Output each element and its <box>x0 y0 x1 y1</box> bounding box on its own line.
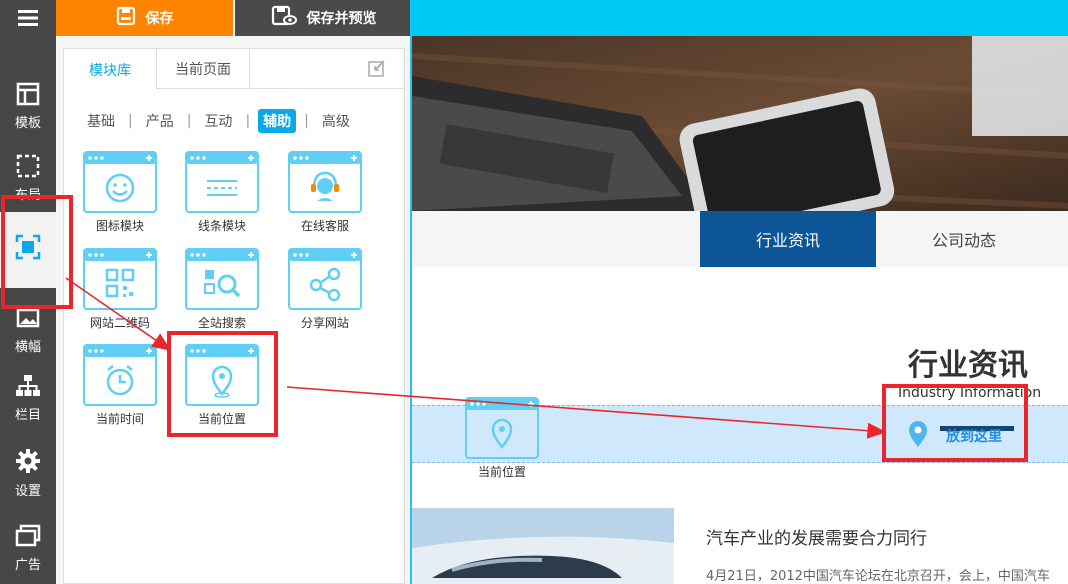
module-label: 网站二维码 <box>89 316 150 330</box>
rail-item-label: 广告 <box>14 557 41 573</box>
top-toolbar: 保存 保存并预览 <box>56 0 412 36</box>
module-icon-block[interactable]: 图标模块 <box>80 151 160 237</box>
ad-icon <box>15 524 41 552</box>
drop-location-pin-icon <box>908 420 928 452</box>
save-button[interactable]: 保存 <box>56 0 233 36</box>
module-site-qrcode[interactable]: 网站二维码 <box>80 248 160 334</box>
module-current-location[interactable]: 当前位置 <box>182 344 262 430</box>
module-share-site[interactable]: 分享网站 <box>285 248 365 334</box>
module-online-service[interactable]: 在线客服 <box>285 151 365 237</box>
module-site-search[interactable]: 全站搜索 <box>182 248 262 334</box>
clock-icon <box>83 344 157 406</box>
category-product[interactable]: 产品 <box>141 109 179 133</box>
module-panel: 模块库 当前页面 基础 | 产品 | 互动 | 辅助 | 高级 图标模块 线条模… <box>56 36 412 584</box>
nav-item-industry-news[interactable]: 行业资讯 <box>700 211 876 267</box>
news-thumbnail <box>412 508 674 584</box>
module-label: 全站搜索 <box>197 316 246 330</box>
module-line-block[interactable]: 线条模块 <box>182 151 262 237</box>
drop-here-label: 放到这里 <box>946 429 1002 445</box>
category-interactive[interactable]: 互动 <box>199 109 237 133</box>
save-label: 保存 <box>145 11 174 27</box>
sitemap-icon <box>15 374 41 402</box>
page-canvas: 行业资讯 公司动态 行业资讯 Industry Information 当前位置… <box>410 0 1068 584</box>
module-label: 在线客服 <box>300 219 349 233</box>
rail-item-label: 栏目 <box>14 407 41 423</box>
qrcode-icon <box>83 248 157 310</box>
category-advanced[interactable]: 高级 <box>317 109 355 133</box>
share-icon <box>288 248 362 310</box>
rail-item-label: 模板 <box>14 115 41 131</box>
rail-item-banner[interactable]: 横幅 <box>0 295 56 367</box>
save-preview-label: 保存并预览 <box>306 11 377 27</box>
rail-item-settings[interactable]: 设置 <box>0 437 56 509</box>
rail-item-label: 设置 <box>14 483 41 499</box>
banner-icon <box>16 308 40 334</box>
location-pin-icon <box>185 344 259 406</box>
tab-current-page[interactable]: 当前页面 <box>157 49 250 89</box>
module-label: 线条模块 <box>197 219 246 233</box>
category-filter: 基础 | 产品 | 互动 | 辅助 | 高级 <box>82 109 355 133</box>
module-current-time[interactable]: 当前时间 <box>80 344 160 430</box>
module-panel-inner: 模块库 当前页面 基础 | 产品 | 互动 | 辅助 | 高级 图标模块 线条模… <box>63 48 405 584</box>
layout-icon <box>16 154 40 182</box>
module-icon <box>15 234 41 264</box>
edit-icon[interactable] <box>368 59 386 81</box>
module-label: 图标模块 <box>95 219 144 233</box>
module-label: 当前位置 <box>197 412 246 426</box>
panel-tabs: 模块库 当前页面 <box>64 49 404 90</box>
category-basic[interactable]: 基础 <box>82 109 120 133</box>
search-icon <box>185 248 259 310</box>
hero-banner-image <box>412 36 1068 211</box>
section-title: 行业资讯 <box>908 348 1028 383</box>
section-subtitle: Industry Information <box>898 385 1042 401</box>
rail-item-layout[interactable]: 布局 <box>0 142 56 214</box>
news-title[interactable]: 汽车产业的发展需要合力同行 <box>706 524 927 549</box>
rail-item-label: 布局 <box>14 187 41 203</box>
dragged-module-ghost: 当前位置 <box>462 397 542 483</box>
save-and-preview-button[interactable]: 保存并预览 <box>233 0 412 36</box>
headset-icon <box>288 151 362 213</box>
module-label: 当前时间 <box>95 412 144 426</box>
menu-icon[interactable] <box>0 0 56 36</box>
dragged-module-label: 当前位置 <box>477 465 526 479</box>
nav-item-company-news[interactable]: 公司动态 <box>876 211 1052 267</box>
left-rail: 模板 布局 横幅 栏目 设置 广告 <box>0 0 56 584</box>
canvas-header-bar <box>412 0 1068 36</box>
location-pin-icon <box>465 397 539 459</box>
rail-item-modules[interactable] <box>0 212 56 288</box>
save-icon <box>116 6 136 30</box>
tab-module-library[interactable]: 模块库 <box>64 49 157 90</box>
lines-icon <box>185 151 259 213</box>
smiley-icon <box>83 151 157 213</box>
rail-item-template[interactable]: 模板 <box>0 70 56 142</box>
rail-item-label: 横幅 <box>14 339 41 355</box>
news-description: 4月21日，2012中国汽车论坛在北京召开，会上，中国汽车 <box>706 569 1050 584</box>
category-auxiliary[interactable]: 辅助 <box>258 109 297 133</box>
save-preview-icon <box>271 5 297 31</box>
template-icon <box>16 82 40 110</box>
gear-icon <box>15 448 41 478</box>
module-label: 分享网站 <box>300 316 349 330</box>
rail-item-ads[interactable]: 广告 <box>0 512 56 584</box>
rail-item-columns[interactable]: 栏目 <box>0 362 56 434</box>
section-nav: 行业资讯 公司动态 <box>412 211 1068 267</box>
